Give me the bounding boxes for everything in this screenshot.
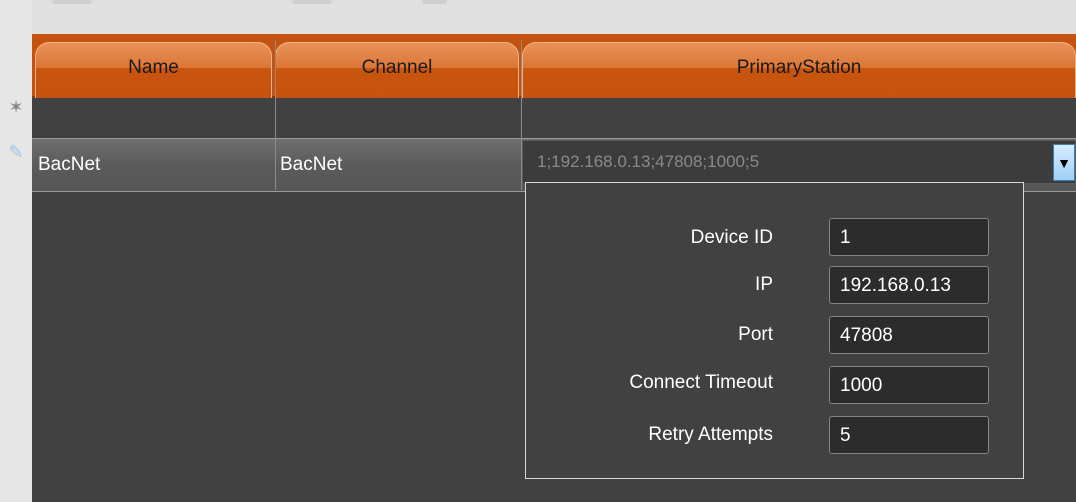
device-id-field[interactable]: 1 [829,218,989,256]
column-header-name[interactable]: Name [35,42,272,98]
new-row-indicator-icon: ✶ [8,96,24,117]
column-header-channel[interactable]: Channel [275,42,519,98]
device-id-label: Device ID [690,227,773,248]
connect-timeout-label: Connect Timeout [629,372,773,393]
group-panel-strip [32,0,1076,34]
clipped-text [52,0,92,4]
column-divider [275,40,276,190]
clipped-text [422,0,447,4]
cell-name[interactable]: BacNet [38,139,100,191]
port-label: Port [738,324,773,345]
ip-field[interactable]: 192.168.0.13 [829,266,989,304]
column-header-primary-station-label: PrimaryStation [736,57,862,78]
new-item-row[interactable] [32,98,1076,139]
column-header-channel-label: Channel [361,57,433,78]
column-header-primary-station[interactable]: PrimaryStation [522,42,1076,98]
primary-station-combobox[interactable]: 1;192.168.0.13;47808;1000;5 ▼ [522,140,1076,184]
grid-header-row: Name Channel PrimaryStation [32,34,1076,98]
primary-station-value: 1;192.168.0.13;47808;1000;5 [537,152,760,171]
clipped-text [292,0,332,4]
ip-label: IP [755,274,773,295]
dropdown-arrow-icon[interactable]: ▼ [1053,144,1075,181]
retry-attempts-label: Retry Attempts [648,424,773,445]
station-editor-popup: Device ID 1 IP 192.168.0.13 Port 47808 C… [525,182,1024,479]
port-field[interactable]: 47808 [829,316,989,354]
row-header-column [0,0,32,502]
edit-row-indicator-icon: ✎ [8,141,24,162]
retry-attempts-field[interactable]: 5 [829,416,989,454]
column-header-name-label: Name [128,57,179,78]
connect-timeout-field[interactable]: 1000 [829,366,989,404]
cell-channel[interactable]: BacNet [280,139,342,191]
